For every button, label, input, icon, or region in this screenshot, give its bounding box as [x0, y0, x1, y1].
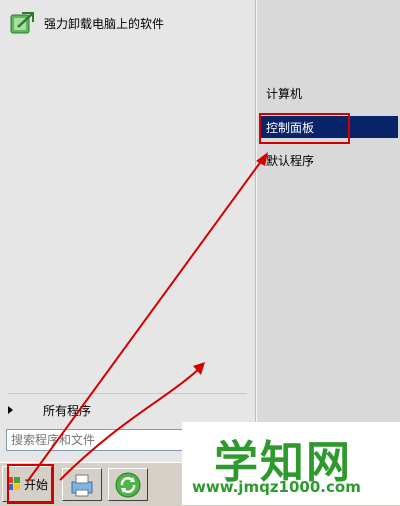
annotation-arrow-to-control-panel	[26, 159, 263, 483]
annotation-arrows	[26, 152, 268, 483]
annotation-arrow-curve	[59, 367, 201, 481]
arrowhead	[256, 152, 268, 166]
